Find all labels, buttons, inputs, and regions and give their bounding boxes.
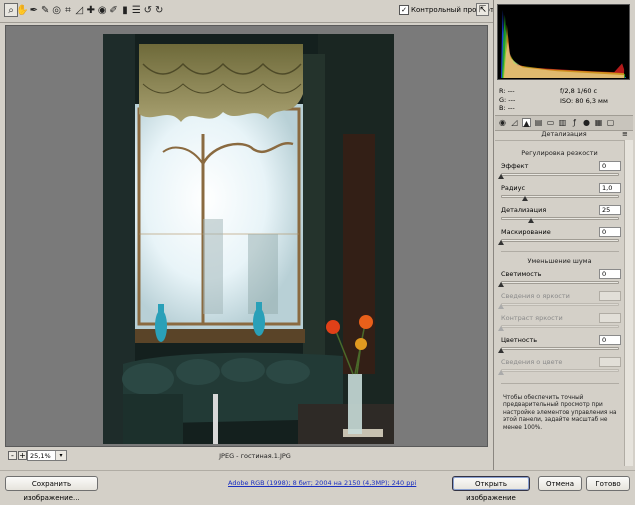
fullscreen-toggle-icon[interactable]: ⇱ [476,3,489,16]
slider-label: Сведения о цвете [501,358,563,366]
open-image-button[interactable]: Открыть изображение [452,476,530,502]
section-title: Детализация [541,130,587,138]
group-title: Регулировка резкости [521,149,598,157]
tab-camera-calibration-icon[interactable]: ● [582,118,591,127]
slider-track[interactable] [501,347,619,350]
preview-checkbox-box[interactable]: ✓ [399,5,409,15]
slider-thumb [498,326,504,331]
panel-scrollbar[interactable] [624,140,633,466]
slider-label: Контраст яркости [501,314,563,322]
slider-label: Детализация [501,206,547,214]
green-readout: G: --- [499,95,516,104]
slider-label: Эффект [501,162,529,170]
image-preview-canvas[interactable] [5,25,488,447]
slider-value-field [599,291,621,301]
slider-track[interactable] [501,239,619,242]
group-title: Уменьшение шума [527,257,592,265]
slider-value-field[interactable]: 0 [599,161,621,171]
tab-split-toning-icon[interactable]: ▭ [546,118,555,127]
slider-thumb [498,370,504,375]
tab-detail-icon[interactable]: ▲ [522,118,531,128]
slider-label: Цветность [501,336,538,344]
red-readout: R: --- [499,87,515,95]
slider-thumb[interactable] [498,348,504,353]
slider-value-field[interactable]: 0 [599,269,621,279]
rotate-right-icon[interactable]: ↻ [152,3,166,17]
slider-thumb[interactable] [527,218,534,223]
panel-tabs: ◉ ◿ ▲ ▤ ▭ ▥ ƒ ● ▦ ▢ [495,115,633,131]
tab-tone-curve-icon[interactable]: ◿ [510,118,519,127]
slider-value-field [599,357,621,367]
zoom-dropdown-icon[interactable]: ▾ [55,451,66,460]
filename-label: JPEG - гостиная.1.JPG [219,452,291,460]
detail-panel-body: Регулировка резкости Эффект 0 Радиус 1,0 Дета… [495,140,624,467]
blue-readout: B: --- [499,104,515,112]
bottom-bar: Сохранить изображение... Adobe RGB (1998… [0,470,635,502]
workflow-options-link[interactable]: Adobe RGB (1998); 8 бит; 2004 на 2150 (4… [228,479,416,487]
slider-value-field[interactable]: 1,0 [599,183,621,193]
slider-thumb[interactable] [498,174,504,179]
tab-lens-corrections-icon[interactable]: ▥ [558,118,567,127]
slider-value-field[interactable]: 0 [599,335,621,345]
aperture-shutter: f/2,8 1/60 с [560,87,598,95]
tab-basic-icon[interactable]: ◉ [498,118,507,127]
photo-preview [103,34,394,444]
tab-fx-icon[interactable]: ƒ [570,118,579,127]
tab-presets-icon[interactable]: ▦ [594,118,603,127]
save-image-button[interactable]: Сохранить изображение... [5,476,98,502]
zoom-out-button[interactable]: - [8,451,17,460]
slider-thumb[interactable] [498,240,504,245]
slider-value-field [599,313,621,323]
slider-label: Маскирование [501,228,551,236]
slider-label: Сведения о яркости [501,292,570,300]
slider-track[interactable] [501,195,619,198]
slider-thumb [498,304,504,309]
panel-menu-icon[interactable]: ≡ [622,130,628,139]
slider-value-field[interactable]: 0 [599,227,621,237]
slider-value-field[interactable]: 25 [599,205,621,215]
status-bar: - + 25,1% ▾ JPEG - гостиная.1.JPG [5,449,488,464]
tab-snapshots-icon[interactable]: ▢ [606,118,615,127]
slider-thumb[interactable] [521,196,528,201]
exif-readout: f/2,8 1/60 с ISO: 80 6,3 мм [560,87,608,106]
cancel-button[interactable]: Отмена [538,476,582,491]
slider-track[interactable] [501,281,619,284]
slider-track [501,325,619,328]
histogram [497,4,630,80]
divider [501,383,619,384]
iso-focal-length: ISO: 80 6,3 мм [560,96,608,105]
rgb-readout: R: --- G: --- B: --- [499,87,515,113]
slider-thumb[interactable] [498,282,504,287]
slider-track [501,369,619,372]
zoom-in-button[interactable]: + [18,451,27,460]
slider-track [501,303,619,306]
slider-track[interactable] [501,217,619,220]
tab-hsl-icon[interactable]: ▤ [534,118,543,127]
slider-label: Светимость [501,270,542,278]
done-button[interactable]: Готово [586,476,630,491]
zoom-hint-note: Чтобы обеспечить точный предварительный … [503,395,617,431]
slider-label: Радиус [501,184,526,192]
slider-track[interactable] [501,173,619,176]
divider [501,251,619,252]
